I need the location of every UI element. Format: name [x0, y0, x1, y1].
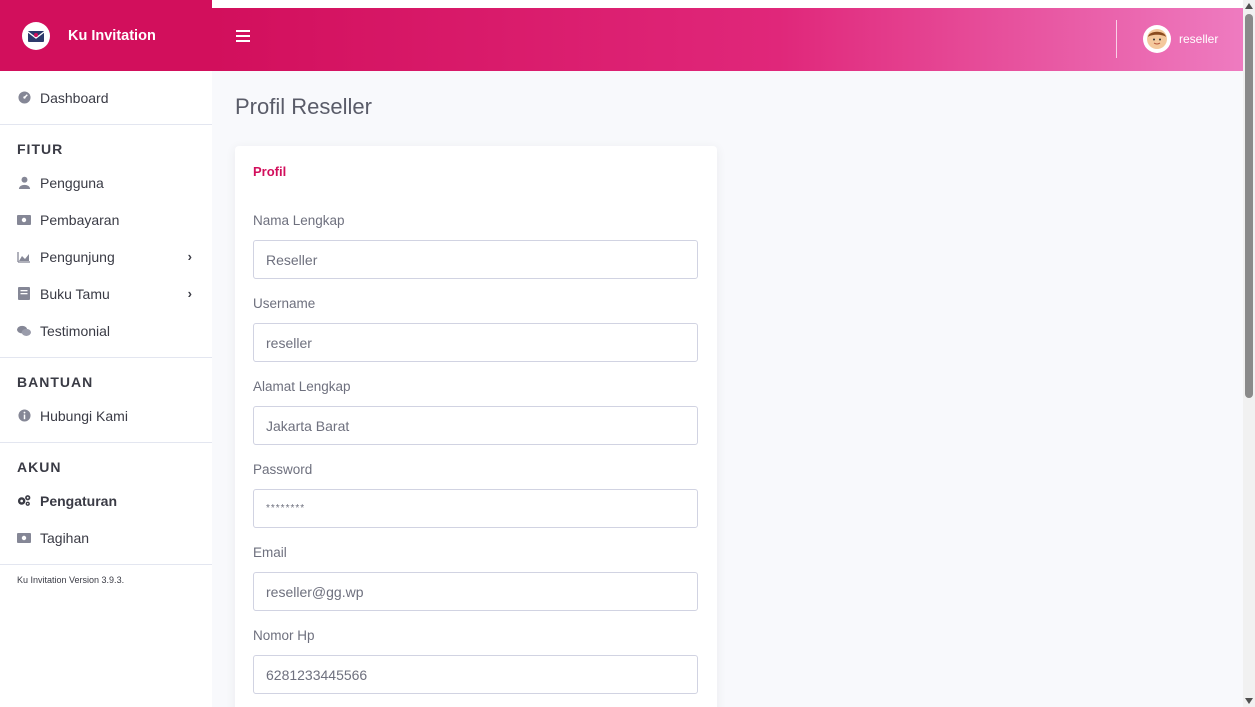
- brand-name: Ku Invitation: [68, 27, 156, 44]
- sidebar-item-label: Tagihan: [40, 529, 90, 546]
- form-group-alamat: Alamat Lengkap: [253, 362, 698, 445]
- comments-icon: [17, 324, 31, 338]
- avatar: [1143, 25, 1171, 53]
- sidebar-item-label: Pengunjung: [40, 248, 115, 265]
- version-text: Ku Invitation Version 3.9.3.: [17, 575, 125, 585]
- money-bill-icon: [17, 531, 31, 545]
- info-circle-icon: [17, 409, 31, 423]
- scroll-up-arrow-icon[interactable]: [1245, 3, 1253, 9]
- topbar: reseller: [212, 8, 1243, 71]
- sidebar-item-testimonial[interactable]: Testimonial: [0, 312, 212, 349]
- field-label: Password: [253, 461, 313, 477]
- sidebar-item-label: Testimonial: [40, 322, 111, 339]
- nama-lengkap-input[interactable]: [253, 240, 698, 279]
- field-label: Alamat Lengkap: [253, 378, 351, 394]
- form-group-username: Username: [253, 279, 698, 362]
- money-bill-icon: [17, 213, 31, 227]
- user-icon: [17, 176, 31, 190]
- chevron-right-icon: ›: [187, 286, 192, 301]
- nomor-hp-input[interactable]: [253, 655, 698, 694]
- sidebar-divider: [0, 357, 212, 358]
- field-label: Nomor Hp: [253, 627, 315, 643]
- chevron-right-icon: ›: [187, 249, 192, 264]
- field-label: Username: [253, 295, 316, 311]
- sidebar-divider: [0, 124, 212, 125]
- alamat-lengkap-input[interactable]: [253, 406, 698, 445]
- profile-card: Profil Nama Lengkap Username Alamat Leng…: [235, 146, 717, 707]
- sidebar-item-pembayaran[interactable]: Pembayaran: [0, 201, 212, 238]
- cogs-icon: [17, 494, 31, 508]
- sidebar-item-tagihan[interactable]: Tagihan: [0, 519, 212, 556]
- sidebar-item-label: Hubungi Kami: [40, 407, 128, 424]
- sidebar-item-label: Dashboard: [40, 89, 109, 106]
- scroll-thumb[interactable]: [1245, 14, 1253, 398]
- sidebar-item-hubungi-kami[interactable]: Hubungi Kami: [0, 397, 212, 434]
- sidebar-item-pengunjung[interactable]: Pengunjung ›: [0, 238, 212, 275]
- sidebar-item-label: Pembayaran: [40, 211, 120, 228]
- password-input[interactable]: [253, 489, 698, 528]
- sidebar-item-dashboard[interactable]: Dashboard: [0, 79, 212, 116]
- brand[interactable]: Ku Invitation: [0, 0, 212, 71]
- sidebar: Ku Invitation Dashboard FITUR Pengguna P…: [0, 0, 212, 707]
- sidebar-item-pengguna[interactable]: Pengguna: [0, 164, 212, 201]
- username-input[interactable]: [253, 323, 698, 362]
- email-input[interactable]: [253, 572, 698, 611]
- hamburger-menu-icon[interactable]: [236, 30, 250, 44]
- sidebar-item-label: Buku Tamu: [40, 285, 110, 302]
- scroll-down-arrow-icon[interactable]: [1245, 698, 1253, 704]
- field-label: Email: [253, 544, 287, 560]
- envelope-logo-icon: [22, 21, 50, 50]
- sidebar-heading-fitur: FITUR: [17, 141, 64, 157]
- sidebar-item-label: Pengguna: [40, 174, 104, 191]
- area-chart-icon: [17, 250, 31, 264]
- form-group-nama: Nama Lengkap: [253, 196, 698, 279]
- form-group-nomor-hp: Nomor Hp: [253, 611, 698, 694]
- top-strip: [212, 0, 1243, 8]
- user-dropdown[interactable]: reseller: [1143, 25, 1218, 53]
- sidebar-heading-akun: AKUN: [17, 459, 62, 475]
- form-group-email: Email: [253, 528, 698, 611]
- field-label: Nama Lengkap: [253, 212, 345, 228]
- user-name: reseller: [1179, 32, 1219, 46]
- sidebar-item-pengaturan[interactable]: Pengaturan: [0, 482, 212, 519]
- page-title: Profil Reseller: [235, 94, 372, 119]
- dashboard-gauge-icon: [17, 91, 31, 105]
- sidebar-item-label: Pengaturan: [40, 492, 118, 509]
- sidebar-divider: [0, 442, 212, 443]
- sidebar-item-buku-tamu[interactable]: Buku Tamu ›: [0, 275, 212, 312]
- book-icon: [17, 287, 31, 301]
- page-scrollbar[interactable]: [1243, 0, 1255, 707]
- profile-form: Nama Lengkap Username Alamat Lengkap Pas…: [235, 196, 717, 694]
- topbar-divider: [1116, 20, 1117, 58]
- sidebar-heading-bantuan: BANTUAN: [17, 374, 94, 390]
- form-group-password: Password: [253, 445, 698, 528]
- card-header: Profil: [253, 163, 287, 179]
- sidebar-divider: [0, 564, 212, 565]
